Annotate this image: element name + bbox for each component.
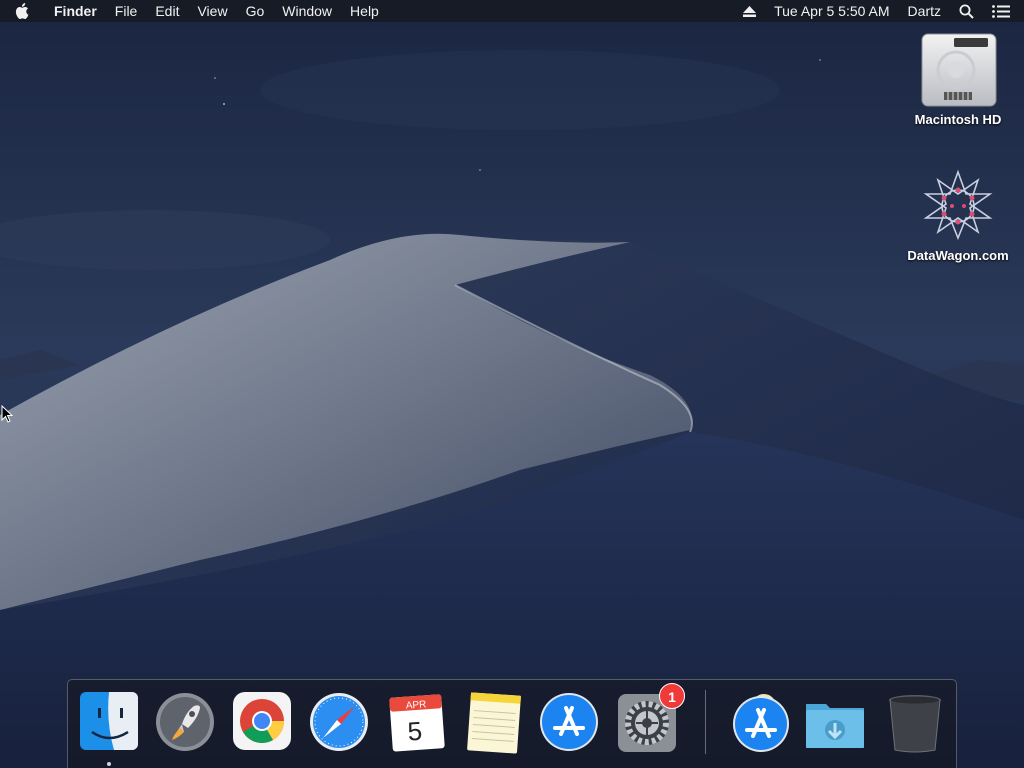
finder-icon <box>80 692 138 750</box>
calendar-month: APR <box>405 699 426 711</box>
menubar-clock[interactable]: Tue Apr 5 5:50 AM <box>765 0 898 22</box>
eject-icon[interactable] <box>734 0 765 22</box>
dock-item-notes[interactable] <box>463 688 525 754</box>
dock-separator <box>705 690 706 754</box>
dock-item-app-store[interactable] <box>538 688 600 754</box>
dock-item-trash[interactable] <box>884 688 946 754</box>
spotlight-search-icon[interactable] <box>950 0 983 22</box>
dock-item-calendar[interactable]: APR 5 <box>385 688 447 754</box>
menu-file[interactable]: File <box>106 0 147 22</box>
datawagon-logo-icon <box>923 169 993 241</box>
desktop-icon-macintosh-hd[interactable]: Macintosh HD <box>903 30 1013 127</box>
dock-item-launchpad[interactable] <box>154 688 216 754</box>
menu-help[interactable]: Help <box>341 0 388 22</box>
dock-item-system-preferences[interactable]: 1 <box>616 683 685 754</box>
launchpad-icon <box>156 693 214 751</box>
menubar-user[interactable]: Dartz <box>899 0 950 22</box>
notification-center-icon[interactable] <box>983 0 1024 22</box>
chrome-icon <box>233 692 291 750</box>
dock-item-chrome[interactable] <box>231 688 293 754</box>
desktop-icon-label: DataWagon.com <box>907 248 1009 263</box>
safari-icon <box>310 693 368 751</box>
notification-badge: 1 <box>659 683 685 709</box>
calendar-day: 5 <box>407 716 424 747</box>
app-store-icon <box>540 693 598 751</box>
mouse-cursor <box>1 405 13 423</box>
calendar-icon: APR 5 <box>389 694 445 752</box>
downloads-folder-icon <box>806 704 864 748</box>
trash-icon <box>889 695 941 753</box>
hard-drive-icon <box>921 33 997 107</box>
desktop-wallpaper <box>0 0 1024 768</box>
dock-item-finder[interactable] <box>78 688 140 754</box>
notes-icon <box>467 692 521 754</box>
menu-edit[interactable]: Edit <box>146 0 188 22</box>
running-indicator <box>107 762 111 766</box>
dock-item-safari[interactable] <box>308 688 370 754</box>
apple-icon[interactable] <box>0 0 44 22</box>
dock-item-downloads[interactable] <box>804 688 866 754</box>
menu-app-name[interactable]: Finder <box>44 0 106 22</box>
menu-bar: Finder File Edit View Go Window Help Tue… <box>0 0 1024 22</box>
dock-item-app-store-stack[interactable] <box>730 688 792 754</box>
menu-go[interactable]: Go <box>237 0 274 22</box>
menu-view[interactable]: View <box>188 0 236 22</box>
app-store-icon <box>733 694 789 752</box>
menu-window[interactable]: Window <box>273 0 341 22</box>
dock: APR 5 1 <box>67 679 957 768</box>
desktop-icon-datawagon[interactable]: DataWagon.com <box>903 166 1013 263</box>
desktop-icon-label: Macintosh HD <box>914 112 1002 127</box>
